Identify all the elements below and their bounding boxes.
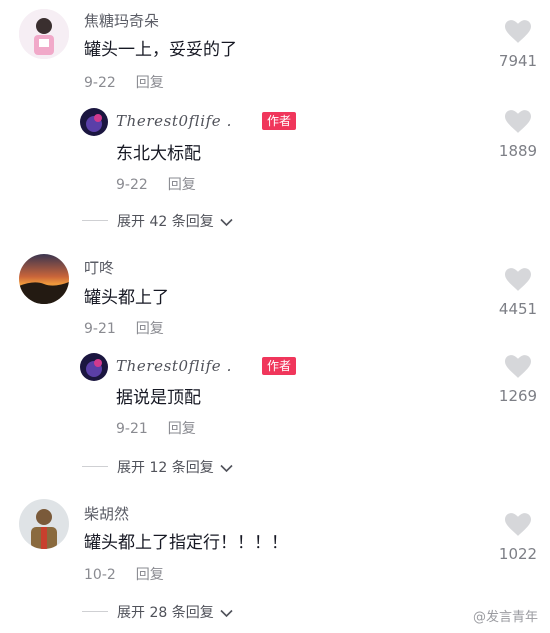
like-button[interactable]: 7941 [488, 20, 548, 70]
like-button[interactable]: 1022 [488, 513, 548, 563]
reply-button[interactable]: 回复 [136, 321, 164, 337]
like-count: 1269 [498, 387, 538, 405]
reply-button[interactable]: 回复 [168, 177, 196, 193]
comment-meta: 9-21 回复 [84, 318, 164, 338]
reply-text: 东北大标配 [116, 144, 201, 164]
avatar[interactable] [19, 254, 69, 304]
like-button[interactable]: 1889 [488, 110, 548, 160]
chevron-down-icon [220, 464, 233, 472]
watermark: @发言青年 [472, 610, 538, 625]
reply-button[interactable]: 回复 [136, 75, 164, 91]
like-button[interactable]: 1269 [488, 355, 548, 405]
expand-label: 展开 28 条回复 [117, 605, 214, 621]
reply-meta: 9-22 回复 [116, 174, 196, 194]
divider [82, 466, 108, 467]
expand-replies-button[interactable]: 展开 12 条回复 [117, 457, 233, 477]
avatar[interactable] [19, 499, 69, 549]
chevron-down-icon [220, 218, 233, 226]
divider [82, 611, 108, 612]
comment-meta: 9-22 回复 [84, 72, 164, 92]
expand-replies-button[interactable]: 展开 28 条回复 [117, 602, 233, 622]
reply-button[interactable]: 回复 [136, 567, 164, 583]
like-button[interactable]: 4451 [488, 268, 548, 318]
reply-date: 9-21 [116, 421, 148, 437]
heart-icon [505, 20, 531, 43]
like-count: 7941 [498, 52, 538, 70]
avatar[interactable] [19, 9, 69, 59]
comment-meta: 10-2 回复 [84, 564, 164, 584]
reply-date: 9-22 [116, 177, 148, 193]
like-count: 4451 [498, 300, 538, 318]
comment-date: 9-21 [84, 321, 116, 337]
heart-icon [505, 268, 531, 291]
author-badge: 作者 [262, 357, 297, 375]
author-avatar[interactable] [80, 108, 108, 136]
like-count: 1889 [498, 142, 538, 160]
reply-meta: 9-21 回复 [116, 418, 196, 438]
heart-icon [505, 355, 531, 378]
expand-replies-button[interactable]: 展开 42 条回复 [117, 211, 233, 231]
comment-username[interactable]: 叮咚 [84, 257, 114, 278]
like-count: 1022 [498, 545, 538, 563]
comment-date: 9-22 [84, 75, 116, 91]
expand-label: 展开 42 条回复 [117, 214, 214, 230]
author-avatar[interactable] [80, 353, 108, 381]
comment-text: 罐头一上，妥妥的了 [84, 40, 237, 60]
divider [82, 220, 108, 221]
heart-icon [505, 513, 531, 536]
author-badge: 作者 [262, 112, 297, 130]
comment-date: 10-2 [84, 567, 116, 583]
comment-text: 罐头都上了指定行！！！！ [84, 533, 288, 553]
comment-username[interactable]: 柴胡然 [84, 503, 129, 524]
chevron-down-icon [220, 609, 233, 617]
comment-username[interactable]: 焦糖玛奇朵 [84, 10, 159, 31]
heart-icon [505, 110, 531, 133]
expand-label: 展开 12 条回复 [117, 460, 214, 476]
comment-text: 罐头都上了 [84, 288, 169, 308]
author-username[interactable]: Therest0flife . [116, 357, 232, 375]
reply-button[interactable]: 回复 [168, 421, 196, 437]
author-username[interactable]: Therest0flife . [116, 112, 232, 130]
reply-text: 据说是顶配 [116, 388, 201, 408]
